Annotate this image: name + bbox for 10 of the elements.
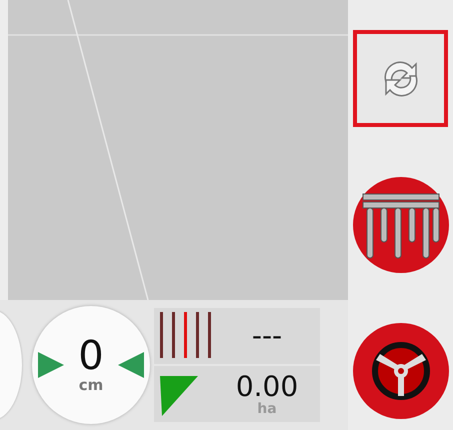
info-unit: ha (257, 402, 277, 416)
field-map[interactable] (8, 0, 348, 300)
refresh-button[interactable] (353, 30, 448, 127)
info-value: 0.00 (236, 372, 298, 402)
triangle-right-icon (36, 350, 66, 380)
triangle-left-icon (116, 350, 146, 380)
offset-value: 0 (78, 336, 104, 376)
offset-unit: cm (78, 376, 104, 394)
steering-wheel-icon (370, 340, 432, 402)
info-value: --- (252, 321, 282, 351)
